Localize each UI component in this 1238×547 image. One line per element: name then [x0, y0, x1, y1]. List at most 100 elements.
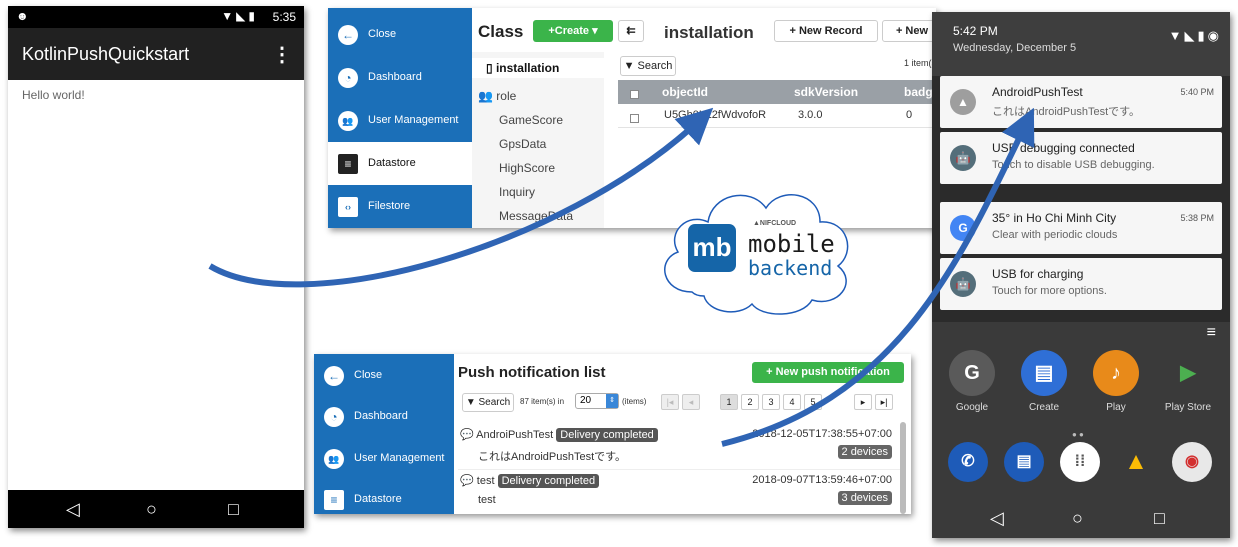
database-icon: ≡ [324, 490, 344, 510]
clear-all-icon[interactable]: ≡ [1207, 324, 1216, 342]
status-time: 5:35 [272, 10, 296, 24]
push-body: これはAndroidPushTestです。 [478, 451, 627, 463]
app-row: G Google ▤ Create ♪ Play ▶ Play Store [932, 350, 1230, 420]
notification-card[interactable]: ▲ AndroidPushTest これはAndroidPushTestです。 … [940, 76, 1222, 128]
new-field-button[interactable]: + New [882, 20, 936, 42]
back-icon[interactable]: ◁ [66, 499, 80, 520]
notification-card[interactable]: 🤖 USB for charging Touch for more option… [940, 258, 1222, 310]
push-date: 2018-09-07T13:59:46+07:00 [752, 474, 892, 486]
recents-icon[interactable]: □ [228, 499, 239, 520]
recents-icon[interactable]: □ [1154, 508, 1165, 529]
last-page-button[interactable]: ▸| [875, 394, 893, 410]
app-drawer-icon[interactable]: ⁞⁞ [1060, 442, 1100, 482]
push-body: test [478, 494, 496, 506]
new-push-button[interactable]: + New push notification [752, 362, 904, 383]
column-header[interactable]: badg [904, 85, 933, 99]
mobile-backend-logo: mb [688, 224, 736, 272]
first-page-button[interactable]: |◂ [661, 394, 679, 410]
sidebar-item-user-management[interactable]: 👥 User Management [314, 437, 454, 480]
back-icon[interactable]: ◁ [990, 508, 1004, 529]
push-title: AndroiPushTest [476, 429, 554, 441]
per-page-select[interactable]: 20 ⇕ [575, 393, 619, 409]
shade-time: 5:42 PM [953, 24, 998, 38]
home-icon[interactable]: ○ [1072, 508, 1083, 529]
table-row[interactable]: U5Gh0LZ2fWdvofoR 3.0.0 0 [618, 104, 936, 128]
sidebar-item-close[interactable]: ← Close [314, 354, 454, 397]
notification-card[interactable]: G 35° in Ho Chi Minh City Clear with per… [940, 202, 1222, 254]
class-item-installation[interactable]: ▯ installation [472, 58, 604, 78]
drive-icon[interactable]: ▲ [1116, 442, 1156, 482]
push-row[interactable]: 💬 AndroiPushTest Delivery completed これはA… [458, 424, 906, 470]
page-button[interactable]: 5 [804, 394, 822, 410]
sidebar-item-label: User Management [368, 114, 459, 126]
gauge-icon: ◔ [324, 407, 344, 427]
overflow-menu-icon[interactable]: ⋮ [272, 42, 292, 67]
class-item[interactable]: MessageData [499, 209, 573, 223]
sidebar-item-user-management[interactable]: 👥 User Management [328, 99, 472, 142]
camera-icon[interactable]: ◉ [1172, 442, 1212, 482]
sidebar-item-datastore[interactable]: ≡ Datastore [328, 142, 472, 185]
class-item[interactable]: HighScore [499, 161, 555, 175]
nav-bar: ◁ ○ □ [932, 500, 1230, 538]
app-play[interactable]: ♪ Play [1080, 350, 1152, 413]
home-icon[interactable]: ○ [146, 499, 157, 520]
search-button[interactable]: ▼ Search [462, 393, 514, 412]
sidebar-item-label: Close [368, 28, 397, 40]
android-icon: 🤖 [950, 145, 976, 171]
app-create[interactable]: ▤ Create [1008, 350, 1080, 413]
new-record-button[interactable]: + New Record [774, 20, 878, 42]
chat-icon: 💬 [460, 475, 474, 487]
android-icon: ☻ [16, 9, 29, 23]
sidebar-item-dashboard[interactable]: ◔ Dashboard [314, 395, 454, 438]
dock: ✆ ▤ ⁞⁞ ▲ ◉ [932, 442, 1230, 492]
scrollbar[interactable] [900, 422, 906, 514]
play-music-icon: ♪ [1093, 350, 1139, 396]
prev-page-button[interactable]: ◂ [682, 394, 700, 410]
sidebar-item-label: User Management [354, 452, 445, 464]
page-button[interactable]: 1 [720, 394, 738, 410]
page-button[interactable]: 3 [762, 394, 780, 410]
sidebar-item-datastore[interactable]: ≡ Datastore [314, 478, 454, 514]
filter-icon: ▼ [465, 397, 476, 408]
role-icon: 👥 [478, 89, 493, 103]
search-button[interactable]: ▼ Search [620, 56, 676, 76]
next-page-button[interactable]: ▸ [854, 394, 872, 410]
page-button[interactable]: 4 [783, 394, 801, 410]
phone-icon[interactable]: ✆ [948, 442, 988, 482]
android-icon: 🤖 [950, 271, 976, 297]
brand-mobile: mobile [748, 230, 835, 258]
sidebar: ← Close ◔ Dashboard 👥 User Management ≡ … [314, 354, 454, 514]
notification-title: USB for charging [992, 267, 1084, 281]
table-header: objectId sdkVersion badg [618, 80, 936, 104]
sidebar-item-close[interactable]: ← Close [328, 13, 472, 56]
messages-icon[interactable]: ▤ [1004, 442, 1044, 482]
notification-card[interactable]: 🤖 USB debugging connected Touch to disab… [940, 132, 1222, 184]
app-play-store[interactable]: ▶ Play Store [1152, 350, 1224, 413]
nav-bar: ◁ ○ □ [8, 490, 304, 528]
sidebar-item-dashboard[interactable]: ◔ Dashboard [328, 56, 472, 99]
class-item[interactable]: GameScore [499, 113, 563, 127]
sidebar-item-label: Dashboard [368, 71, 422, 83]
shade-date: Wednesday, December 5 [953, 42, 1077, 54]
collapse-panel-button[interactable]: ⇇ [618, 20, 644, 42]
cell-objectid: U5Gh0LZ2fWdvofoR [664, 109, 767, 121]
column-header[interactable]: objectId [662, 85, 708, 99]
class-item[interactable]: GpsData [499, 137, 546, 151]
push-row[interactable]: 💬 test Delivery completed test 2018-09-0… [458, 470, 906, 514]
class-item-role[interactable]: 👥 role [478, 89, 516, 103]
users-icon: 👥 [338, 111, 358, 131]
sidebar-item-label: Datastore [354, 493, 402, 505]
notification-time: 5:38 PM [1180, 213, 1214, 223]
create-class-button[interactable]: +Create ▾ [533, 20, 613, 42]
page-button[interactable]: 2 [741, 394, 759, 410]
android-notification-shade: 5:42 PM Wednesday, December 5 ▼◣▮◉ ▲ And… [932, 12, 1230, 538]
notification-body: これはAndroidPushTestです。 [992, 106, 1141, 118]
users-icon: 👥 [324, 449, 344, 469]
column-header[interactable]: sdkVersion [794, 85, 858, 99]
class-item[interactable]: Inquiry [499, 185, 535, 199]
sidebar-item-filestore[interactable]: ‹› Filestore [328, 185, 472, 228]
app-google[interactable]: G Google [936, 350, 1008, 413]
page-dots: ● ● [1072, 430, 1084, 439]
sidebar-item-label: Close [354, 369, 383, 381]
chat-icon: 💬 [460, 429, 474, 441]
